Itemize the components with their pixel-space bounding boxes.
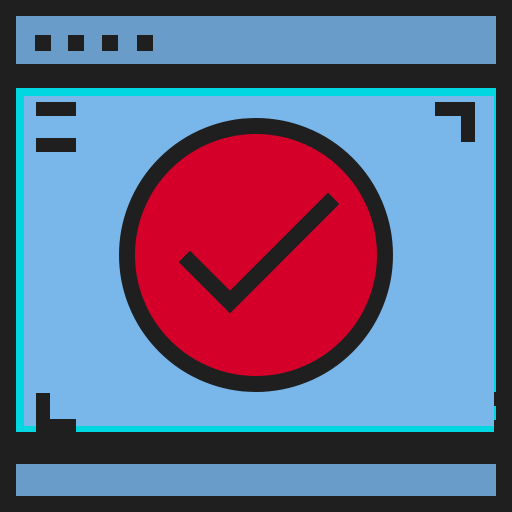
corner-top-right (461, 102, 475, 142)
corner-bottom-right-bar (494, 392, 512, 406)
window-dot (35, 35, 51, 51)
window-dot (68, 35, 84, 51)
corner-bottom-left (36, 419, 76, 433)
window-dot (137, 35, 153, 51)
footer-bar (0, 448, 512, 512)
corner-top-left-bar (36, 138, 76, 152)
window-dot (102, 35, 118, 51)
corner-bottom-right-bar (494, 420, 512, 434)
check-badge-circle (119, 118, 393, 392)
browser-window-checkmark-icon (0, 0, 512, 512)
browser-check-icon (0, 0, 512, 512)
corner-top-left-bar (36, 102, 76, 116)
